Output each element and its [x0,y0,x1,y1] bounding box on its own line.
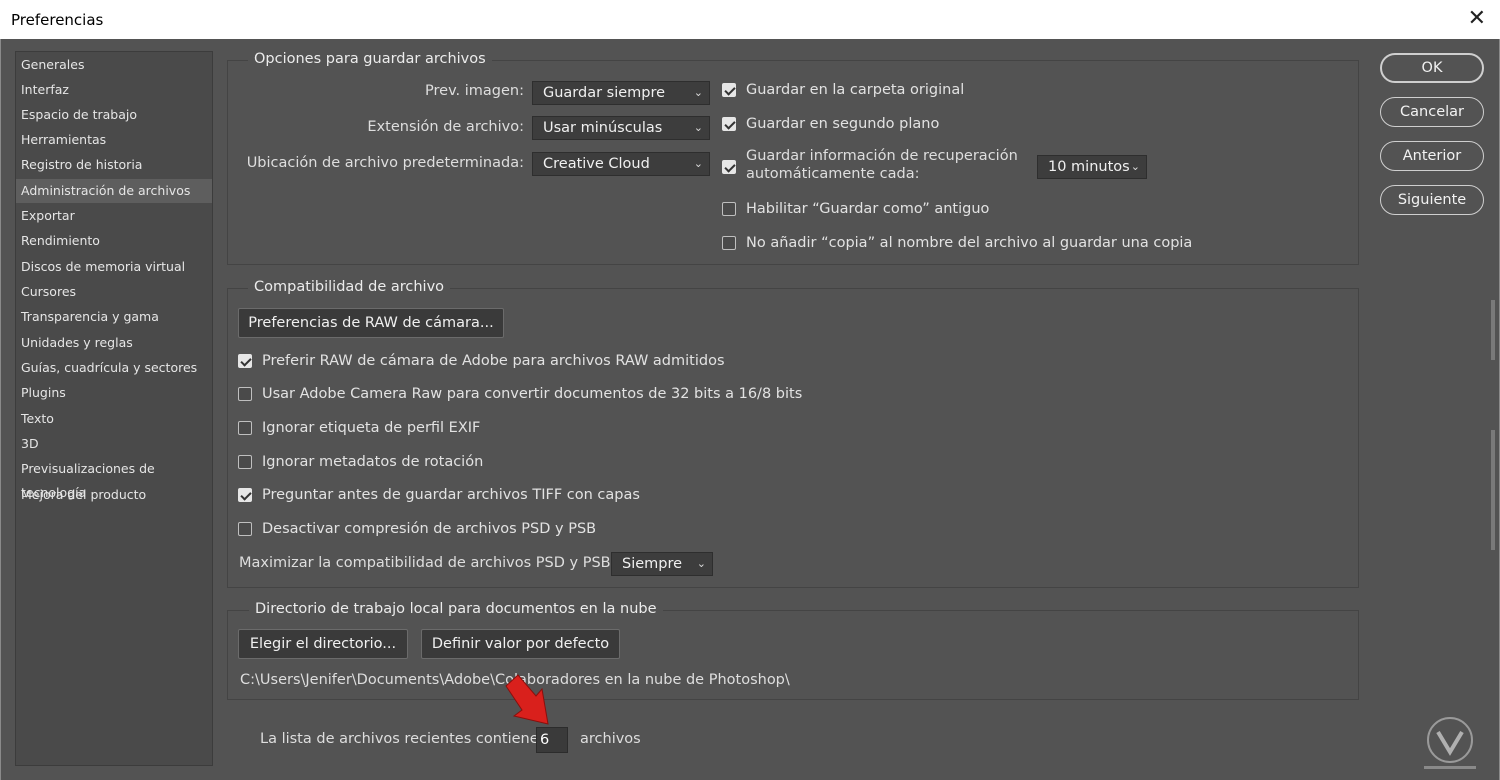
disable-psd-compression-checkbox[interactable]: Desactivar compresión de archivos PSD y … [238,520,598,540]
sidebar-item-3d[interactable]: 3D [16,432,212,456]
next-button[interactable]: Siguiente [1380,185,1484,215]
sidebar-item-administracion-de-archivos[interactable]: Administración de archivos [16,179,212,203]
sidebar-item-cursores[interactable]: Cursores [16,280,212,304]
compatibility-title: Compatibilidad de archivo [248,279,451,295]
chevron-down-icon: ⌄ [1130,160,1140,173]
checkbox-icon [238,387,252,401]
checkbox-icon [238,455,252,469]
save-background-checkbox[interactable]: Guardar en segundo plano [722,115,1022,135]
sidebar-item-transparencia[interactable]: Transparencia y gama [16,305,212,329]
sidebar-item-herramientas[interactable]: Herramientas [16,128,212,152]
location-select[interactable]: Creative Cloud ⌄ [532,152,710,176]
maximize-compatibility-value: Siempre [622,556,683,572]
sidebar-item-espacio-de-trabajo[interactable]: Espacio de trabajo [16,103,212,127]
sidebar-item-plugins[interactable]: Plugins [16,381,212,405]
close-icon[interactable]: ✕ [1468,6,1486,32]
save-background-label: Guardar en segundo plano [746,116,940,132]
preview-label: Prev. imagen: [425,83,524,99]
background-edge-bar [1491,430,1495,550]
extension-select[interactable]: Usar minúsculas ⌄ [532,116,710,140]
checkbox-icon [722,236,736,250]
cancel-button[interactable]: Cancelar [1380,97,1484,127]
sidebar-item-unidades[interactable]: Unidades y reglas [16,331,212,355]
extension-select-value: Usar minúsculas [543,120,663,136]
legacy-save-as-label: Habilitar “Guardar como” antiguo [746,201,990,217]
extension-label: Extensión de archivo: [367,119,524,135]
preview-select[interactable]: Guardar siempre ⌄ [532,81,710,105]
checkbox-icon [238,354,252,368]
checkbox-icon [238,421,252,435]
sidebar-item-guias[interactable]: Guías, cuadrícula y sectores [16,356,212,380]
save-original-folder-label: Guardar en la carpeta original [746,82,965,98]
save-original-folder-checkbox[interactable]: Guardar en la carpeta original [722,81,1022,101]
sidebar-item-generales[interactable]: Generales [16,53,212,77]
prefer-adobe-raw-label: Preferir RAW de cámara de Adobe para arc… [262,353,725,369]
previous-button[interactable]: Anterior [1380,141,1484,171]
auto-recovery-label-line1: Guardar información de recuperación [746,148,1018,164]
checkbox-icon [722,117,736,131]
ask-tiff-layers-label: Preguntar antes de guardar archivos TIFF… [262,487,640,503]
sidebar-item-discos[interactable]: Discos de memoria virtual [16,255,212,279]
use-acr-32bit-label: Usar Adobe Camera Raw para convertir doc… [262,386,803,402]
sidebar-item-rendimiento[interactable]: Rendimiento [16,229,212,253]
chevron-down-icon: ⌄ [693,86,703,99]
checkbox-icon [722,202,736,216]
sidebar: Generales Interfaz Espacio de trabajo He… [15,51,213,766]
choose-directory-button[interactable]: Elegir el directorio... [238,629,408,659]
sidebar-item-interfaz[interactable]: Interfaz [16,78,212,102]
ok-button[interactable]: OK [1380,53,1484,83]
checkbox-icon [238,522,252,536]
watermark-logo-icon [1424,717,1476,769]
checkbox-icon [238,488,252,502]
camera-raw-preferences-button[interactable]: Preferencias de RAW de cámara... [238,308,504,338]
sidebar-item-registro-de-historia[interactable]: Registro de historia [16,153,212,177]
red-arrow-icon [505,674,549,725]
preview-select-value: Guardar siempre [543,85,666,101]
window-title: Preferencias [11,11,104,29]
maximize-compatibility-select[interactable]: Siempre ⌄ [611,552,713,576]
no-copy-suffix-label: No añadir “copia” al nombre del archivo … [746,235,1193,251]
checkbox-icon [722,160,736,174]
ignore-exif-label: Ignorar etiqueta de perfil EXIF [262,420,481,436]
auto-recovery-interval-select[interactable]: 10 minutos ⌄ [1037,155,1147,179]
disable-psd-compression-label: Desactivar compresión de archivos PSD y … [262,521,597,537]
sidebar-item-exportar[interactable]: Exportar [16,204,212,228]
sidebar-item-previsualizaciones[interactable]: Previsualizaciones de tecnología [16,457,212,500]
legacy-save-as-checkbox[interactable]: Habilitar “Guardar como” antiguo [722,200,1022,220]
cloud-directory-title: Directorio de trabajo local para documen… [249,601,663,617]
auto-recovery-interval-value: 10 minutos [1048,159,1130,175]
save-options-title: Opciones para guardar archivos [248,51,492,67]
chevron-down-icon: ⌄ [696,557,706,570]
chevron-down-icon: ⌄ [693,157,703,170]
recent-files-suffix: archivos [580,731,641,747]
checkbox-icon [722,83,736,97]
use-acr-32bit-checkbox[interactable]: Usar Adobe Camera Raw para convertir doc… [238,385,802,405]
window-titlebar: Preferencias ✕ [0,0,1500,40]
background-edge-bar [1491,300,1495,360]
ignore-exif-checkbox[interactable]: Ignorar etiqueta de perfil EXIF [238,419,538,439]
maximize-compatibility-label: Maximizar la compatibilidad de archivos … [239,555,616,571]
location-select-value: Creative Cloud [543,156,650,172]
sidebar-item-texto[interactable]: Texto [16,407,212,431]
chevron-down-icon: ⌄ [693,121,703,134]
recent-files-label: La lista de archivos recientes contiene: [260,731,544,747]
prefer-adobe-raw-checkbox[interactable]: Preferir RAW de cámara de Adobe para arc… [238,352,778,372]
location-label: Ubicación de archivo predeterminada: [246,155,524,171]
ignore-rotation-label: Ignorar metadatos de rotación [262,454,484,470]
set-default-button[interactable]: Definir valor por defecto [421,629,620,659]
auto-recovery-label-line2: automáticamente cada: [746,166,920,182]
ignore-rotation-checkbox[interactable]: Ignorar metadatos de rotación [238,453,538,473]
no-copy-suffix-checkbox[interactable]: No añadir “copia” al nombre del archivo … [722,234,1192,254]
sidebar-item-mejora[interactable]: Mejora del producto [16,483,212,507]
ask-tiff-layers-checkbox[interactable]: Preguntar antes de guardar archivos TIFF… [238,486,658,506]
